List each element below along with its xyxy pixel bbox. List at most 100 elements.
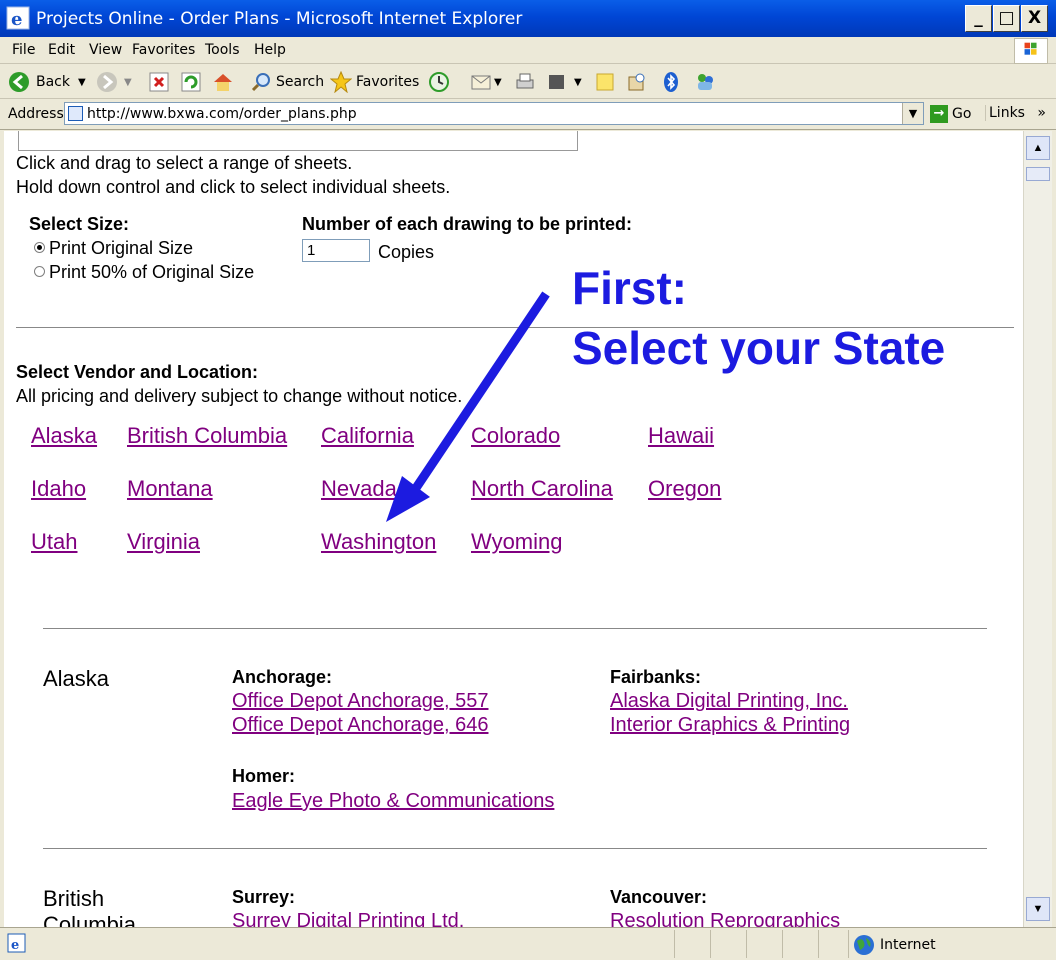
state-link-virginia[interactable]: Virginia — [127, 529, 200, 555]
menu-edit[interactable]: Edit — [48, 42, 75, 58]
maximize-button[interactable]: □ — [993, 5, 1020, 32]
city-vancouver: Vancouver: — [610, 887, 708, 907]
mail-dropdown-icon[interactable]: ▼ — [494, 77, 502, 88]
messenger-icon — [698, 74, 713, 90]
minimize-button[interactable]: _ — [965, 5, 992, 32]
globe-icon — [854, 935, 874, 955]
state-link-hawaii[interactable]: Hawaii — [648, 423, 714, 449]
address-label: Address — [8, 106, 64, 122]
internet-explorer-icon: e — [6, 6, 30, 30]
stop-icon — [149, 72, 169, 92]
sheet-list-box[interactable] — [18, 131, 578, 151]
bluetooth-button[interactable] — [660, 69, 682, 95]
mail-icon — [471, 75, 491, 90]
messenger-button[interactable] — [694, 69, 716, 95]
forward-button[interactable]: ▼ — [96, 69, 132, 95]
bluetooth-icon — [664, 72, 678, 92]
status-panel — [674, 930, 710, 958]
mail-button[interactable]: ▼ — [470, 69, 502, 95]
back-arrow-icon — [9, 72, 29, 92]
callout-select-state: Select your State — [572, 322, 946, 374]
status-panel — [710, 930, 746, 958]
menu-favorites[interactable]: Favorites — [132, 42, 195, 58]
state-link-british-columbia[interactable]: British Columbia — [127, 423, 287, 449]
menu-tools[interactable]: Tools — [205, 42, 240, 58]
page-status-icon: e — [7, 933, 26, 953]
history-button[interactable] — [428, 69, 450, 95]
history-icon — [429, 72, 449, 92]
search-button[interactable]: Search — [250, 69, 324, 95]
callout-first: First: — [572, 262, 687, 314]
menu-help[interactable]: Help — [254, 42, 286, 58]
page-content[interactable]: Click and drag to select a range of shee… — [4, 131, 1023, 927]
windows-logo-icon — [1014, 38, 1048, 64]
refresh-button[interactable] — [180, 69, 202, 95]
menu-file[interactable]: File — [12, 42, 35, 58]
city-homer: Homer: — [232, 766, 296, 786]
radio-half-size[interactable] — [34, 266, 45, 277]
note-icon — [596, 73, 614, 91]
favorites-button[interactable]: Favorites — [330, 69, 419, 95]
divider — [43, 628, 987, 629]
title-bar: e Projects Online - Order Plans - Micros… — [0, 0, 1056, 37]
address-dropdown-icon[interactable]: ▼ — [902, 103, 923, 124]
scroll-thumb[interactable] — [1026, 167, 1050, 181]
instruction-text: Hold down control and click to select in… — [16, 177, 451, 197]
state-link-montana[interactable]: Montana — [127, 476, 213, 502]
state-link-idaho[interactable]: Idaho — [31, 476, 86, 502]
page-icon — [68, 106, 83, 121]
vendor-link[interactable]: Office Depot Anchorage, 646 — [232, 714, 488, 737]
menu-bar: File Edit View Favorites Tools Help — [0, 37, 1056, 64]
research-button[interactable] — [626, 69, 648, 95]
size-option-original[interactable]: Print Original Size — [34, 238, 193, 259]
scroll-down-button[interactable]: ▼ — [1026, 897, 1050, 921]
vendor-link[interactable]: Resolution Reprographics — [610, 910, 840, 927]
home-icon — [214, 74, 232, 91]
vendor-link[interactable]: Interior Graphics & Printing — [610, 714, 850, 737]
vendor-link[interactable]: Surrey Digital Printing Ltd. — [232, 910, 464, 927]
status-bar: e Internet — [0, 927, 1056, 960]
status-panel — [818, 930, 848, 958]
city-surrey: Surrey: — [232, 887, 296, 907]
city-anchorage: Anchorage: — [232, 667, 333, 687]
toolbar: Back ▼ ▼ Search Favorites ▼ ▼ — [0, 64, 1056, 99]
size-option-half[interactable]: Print 50% of Original Size — [34, 262, 254, 283]
copies-heading: Number of each drawing to be printed: — [302, 214, 633, 234]
address-input[interactable]: http://www.bxwa.com/order_plans.php ▼ — [64, 102, 924, 125]
back-button[interactable]: Back ▼ — [8, 69, 86, 95]
back-dropdown-icon[interactable]: ▼ — [78, 77, 86, 88]
print-button[interactable] — [514, 69, 536, 95]
copies-input[interactable]: 1 — [302, 239, 370, 262]
window-title: Projects Online - Order Plans - Microsof… — [36, 9, 523, 29]
city-fairbanks: Fairbanks: — [610, 667, 702, 687]
links-button[interactable]: Links » — [985, 105, 1046, 121]
research-icon — [628, 73, 645, 91]
forward-arrow-icon — [97, 72, 117, 92]
scroll-up-button[interactable]: ▲ — [1026, 136, 1050, 160]
state-link-alaska[interactable]: Alaska — [31, 423, 97, 449]
vendor-link[interactable]: Alaska Digital Printing, Inc. — [610, 690, 848, 713]
close-button[interactable]: X — [1021, 5, 1048, 32]
home-button[interactable] — [212, 69, 234, 95]
forward-dropdown-icon[interactable]: ▼ — [124, 77, 132, 88]
vendor-link[interactable]: Office Depot Anchorage, 557 — [232, 690, 488, 713]
stop-button[interactable] — [148, 69, 170, 95]
vendor-link[interactable]: Eagle Eye Photo & Communications — [232, 790, 554, 813]
edit-button[interactable]: ▼ — [546, 69, 582, 95]
security-zone: Internet — [852, 933, 936, 957]
menu-view[interactable]: View — [89, 42, 122, 58]
copies-suffix: Copies — [378, 242, 435, 262]
status-panel — [782, 930, 818, 958]
status-panel — [746, 930, 782, 958]
star-icon — [330, 71, 352, 93]
annotation-arrow-icon — [386, 291, 550, 522]
printer-icon — [516, 73, 534, 89]
edit-dropdown-icon[interactable]: ▼ — [574, 77, 582, 88]
state-link-oregon[interactable]: Oregon — [648, 476, 721, 502]
svg-text:e: e — [11, 938, 19, 953]
go-button[interactable]: → Go — [930, 105, 971, 123]
radio-original-size[interactable] — [34, 242, 45, 253]
vertical-scrollbar[interactable]: ▲ ▼ — [1023, 131, 1052, 927]
state-link-utah[interactable]: Utah — [31, 529, 77, 555]
discuss-button[interactable] — [594, 69, 616, 95]
